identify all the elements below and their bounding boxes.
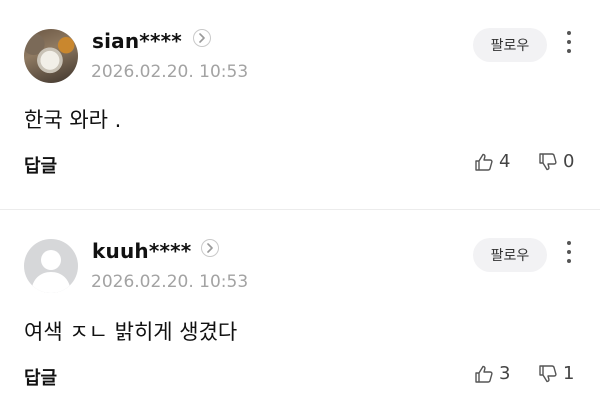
- chevron-right-icon[interactable]: [201, 239, 219, 257]
- more-vertical-icon[interactable]: [563, 241, 575, 267]
- follow-button[interactable]: 팔로우: [473, 28, 547, 62]
- like-count: 3: [499, 363, 511, 384]
- like-button[interactable]: 3: [474, 363, 510, 384]
- avatar[interactable]: [24, 29, 78, 83]
- thumbs-up-icon: [475, 153, 493, 171]
- thumbs-down-icon: [539, 364, 557, 382]
- dislike-button[interactable]: 0: [538, 151, 574, 172]
- comment-text: 한국 와라 .: [24, 108, 122, 132]
- chevron-right-icon[interactable]: [193, 29, 211, 47]
- timestamp: 2026.02.20. 10:53: [91, 272, 249, 292]
- like-button[interactable]: 4: [474, 151, 510, 172]
- thumbs-up-icon: [475, 365, 493, 383]
- comment-text: 여색 ㅈㄴ 밝히게 생겼다: [24, 320, 238, 344]
- comment-item: sian**** 2026.02.20. 10:53 팔로우 한국 와라 . 답…: [0, 0, 600, 210]
- username[interactable]: kuuh****: [92, 239, 191, 263]
- username[interactable]: sian****: [92, 29, 182, 53]
- reply-button[interactable]: 답글: [24, 364, 57, 390]
- timestamp: 2026.02.20. 10:53: [91, 62, 249, 82]
- avatar[interactable]: [24, 239, 78, 293]
- more-vertical-icon[interactable]: [563, 31, 575, 57]
- follow-button[interactable]: 팔로우: [473, 238, 547, 272]
- dislike-count: 0: [563, 151, 575, 172]
- user-icon: [31, 250, 71, 293]
- thumbs-down-icon: [539, 152, 557, 170]
- dislike-count: 1: [563, 363, 575, 384]
- like-count: 4: [499, 151, 511, 172]
- reply-button[interactable]: 답글: [24, 152, 57, 178]
- comment-item: kuuh**** 2026.02.20. 10:53 팔로우 여색 ㅈㄴ 밝히게…: [0, 210, 600, 402]
- dislike-button[interactable]: 1: [538, 363, 574, 384]
